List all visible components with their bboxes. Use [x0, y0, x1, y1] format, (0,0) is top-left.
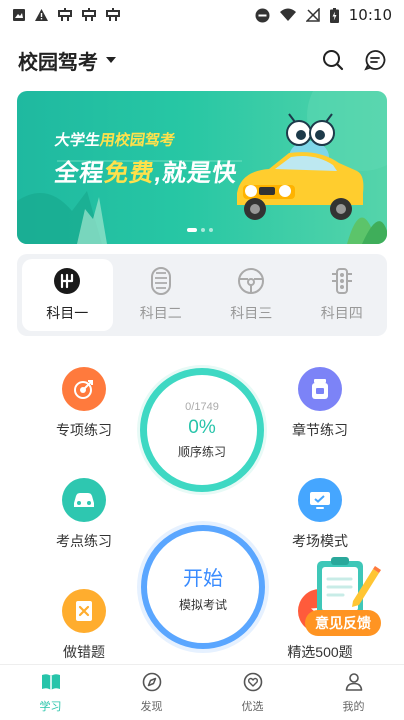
feature-label: 章节练习 [292, 422, 348, 438]
status-bar: 10:10 [0, 0, 404, 30]
message-icon[interactable] [364, 49, 386, 71]
progress-count: 0/1749 [185, 400, 219, 413]
tab-subject-two[interactable]: 科目二 [116, 254, 207, 336]
car-icon [62, 478, 106, 522]
feedback-button[interactable]: 意见反馈 [303, 555, 383, 641]
banner-text: 大学生 [53, 132, 102, 149]
tab-label: 科目二 [139, 305, 182, 321]
car-mascot-illustration [237, 113, 364, 220]
app-notification-icon [82, 8, 96, 21]
search-icon[interactable] [322, 49, 344, 71]
subject-tabs: 科目一 科目二 科目三 科目四 [17, 254, 387, 336]
no-signal-icon [305, 8, 320, 22]
feature-label: 考点练习 [56, 533, 112, 549]
user-icon [345, 672, 362, 691]
banner-slogan: 全程免费,就是快 [53, 153, 241, 188]
bottom-navigation: 学习 发现 优选 我的 [0, 664, 404, 720]
do-not-disturb-icon [255, 8, 270, 22]
target-icon [62, 367, 106, 411]
nav-label: 发现 [140, 700, 163, 713]
start-mock-exam-button[interactable]: 开始 模拟考试 [141, 525, 265, 649]
nav-label: 优选 [241, 700, 264, 713]
app-notification-icon [106, 8, 120, 21]
compass-icon [142, 672, 161, 691]
tab-label: 科目三 [230, 305, 273, 321]
nav-featured[interactable]: 优选 [202, 665, 303, 720]
banner-text: 用校园驾考 [98, 132, 177, 149]
feature-label: 专项练习 [56, 422, 112, 438]
sequential-practice-button[interactable]: 0/1749 0% 顺序练习 [140, 368, 264, 492]
book-icon [41, 673, 60, 690]
nav-discover[interactable]: 发现 [101, 665, 202, 720]
special-practice-button[interactable]: 专项练习 [34, 367, 134, 440]
app-header: 校园驾考 [0, 40, 404, 80]
battery-charging-icon [329, 7, 339, 23]
feedback-label: 意见反馈 [305, 610, 381, 636]
app-notification-icon [58, 8, 72, 21]
banner-text: ,就是快 [152, 160, 240, 187]
traffic-light-icon [331, 268, 352, 294]
feature-label: 精选500题 [287, 644, 353, 660]
heart-icon [243, 672, 262, 691]
app-title[interactable]: 校园驾考 [18, 46, 98, 75]
banner-text: 全程 [52, 160, 107, 187]
steering-wheel-icon [238, 268, 265, 294]
exam-mode-button[interactable]: 考场模式 [270, 478, 370, 551]
image-notification-icon [13, 9, 25, 21]
tab-subject-three[interactable]: 科目三 [206, 254, 297, 336]
wrong-questions-button[interactable]: 做错题 [34, 589, 134, 662]
tab-label: 科目一 [46, 305, 89, 321]
sequential-label: 顺序练习 [177, 444, 226, 459]
progress-percent: 0% [188, 416, 216, 438]
nav-label: 我的 [342, 700, 365, 713]
banner-text: 免费 [102, 160, 157, 187]
tab-subject-one[interactable]: 科目一 [22, 259, 113, 331]
feature-label: 考场模式 [292, 533, 348, 549]
nav-label: 学习 [39, 700, 62, 713]
start-label: 开始 [183, 567, 223, 590]
tire-icon [150, 267, 171, 295]
nav-profile[interactable]: 我的 [303, 665, 404, 720]
jar-icon [298, 367, 342, 411]
tab-subject-four[interactable]: 科目四 [297, 254, 388, 336]
monitor-icon [298, 478, 342, 522]
nav-study[interactable]: 学习 [0, 665, 101, 720]
banner-headline: 大学生用校园驾考 [54, 129, 177, 150]
promo-banner[interactable]: 大学生用校园驾考 全程免费,就是快 [17, 91, 387, 244]
chapter-practice-button[interactable]: 章节练习 [270, 367, 370, 440]
chevron-down-icon[interactable] [106, 57, 116, 63]
tab-label: 科目四 [320, 305, 363, 321]
gear-shift-icon [54, 268, 81, 294]
carousel-dot[interactable] [187, 228, 197, 232]
key-points-practice-button[interactable]: 考点练习 [34, 478, 134, 551]
carousel-indicator [187, 228, 213, 232]
wifi-icon [279, 8, 296, 21]
feature-label: 做错题 [63, 644, 105, 660]
warning-icon [35, 9, 48, 21]
clock: 10:10 [348, 6, 392, 24]
carousel-dot[interactable] [201, 228, 205, 232]
wrong-book-icon [62, 589, 106, 633]
mock-exam-label: 模拟考试 [178, 597, 227, 612]
carousel-dot[interactable] [209, 228, 213, 232]
